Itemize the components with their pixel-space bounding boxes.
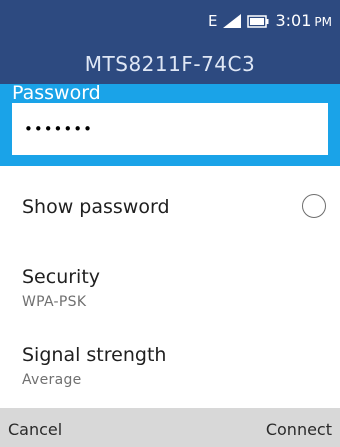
network-name-title: MTS8211F-74C3 (84, 52, 256, 76)
network-type: E (207, 11, 218, 30)
radio-unchecked-icon[interactable] (302, 194, 326, 218)
clock-time: 3:01 (275, 11, 312, 30)
security-value: WPA-PSK (22, 294, 87, 310)
clock-ampm: PM (314, 15, 332, 29)
status-bar: E 3:01 PM (0, 0, 340, 40)
cancel-softkey[interactable]: Cancel (8, 420, 62, 439)
password-section[interactable]: Password (0, 84, 340, 166)
clock: 3:01 PM (275, 11, 332, 30)
show-password-label: Show password (22, 196, 170, 218)
title-bar: MTS8211F-74C3 (0, 40, 340, 84)
security-label: Security (22, 266, 101, 288)
softkey-bar: Cancel Connect (0, 408, 340, 447)
connect-softkey[interactable]: Connect (266, 420, 332, 439)
password-input[interactable] (12, 103, 328, 155)
battery-icon (247, 14, 269, 28)
signal-icon (223, 13, 242, 28)
signal-strength-value: Average (22, 372, 82, 388)
signal-strength-label: Signal strength (22, 344, 167, 366)
password-label: Password (12, 82, 101, 104)
status-indicators: E 3:01 PM (208, 11, 332, 30)
